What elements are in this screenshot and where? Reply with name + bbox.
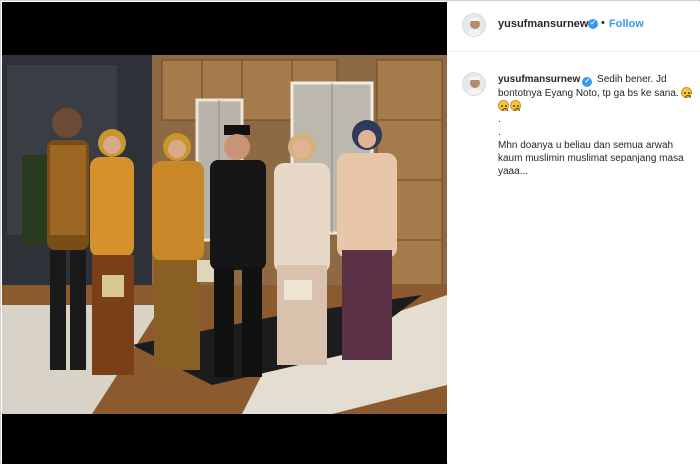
post-username[interactable]: yusufmansurnew bbox=[498, 18, 588, 30]
caption-dot-1: . bbox=[498, 114, 501, 125]
avatar-image bbox=[463, 14, 485, 36]
instagram-post-window: yusufmansurnew ✓ • Follow yusufmansurnew… bbox=[0, 0, 700, 464]
photo-pane bbox=[2, 2, 447, 464]
caption-text: yusufmansurnew ✓ Sedih bener. Jd bontotny… bbox=[498, 73, 694, 178]
crying-emoji-icon bbox=[498, 100, 509, 111]
verified-badge-icon: ✓ bbox=[582, 77, 593, 87]
group-photo-image bbox=[2, 55, 447, 414]
caption-line-2: Mhn doanya u beliau dan semua arwah kaum… bbox=[498, 140, 684, 177]
follow-button[interactable]: Follow bbox=[609, 18, 644, 30]
profile-avatar[interactable] bbox=[462, 13, 486, 37]
comment-avatar[interactable] bbox=[462, 72, 486, 96]
crying-emoji-icon bbox=[681, 87, 693, 98]
avatar-image bbox=[463, 73, 485, 95]
post-photo[interactable] bbox=[2, 55, 447, 414]
comment-username[interactable]: yusufmansurnew bbox=[498, 74, 580, 85]
post-sidebar: yusufmansurnew ✓ • Follow yusufmansurnew… bbox=[448, 2, 700, 464]
verified-badge-icon: ✓ bbox=[588, 19, 598, 29]
post-header: yusufmansurnew ✓ • Follow bbox=[448, 2, 700, 52]
caption-dot-2: . bbox=[498, 127, 501, 138]
separator-dot: • bbox=[601, 17, 605, 29]
crying-emoji-icon bbox=[510, 100, 521, 111]
